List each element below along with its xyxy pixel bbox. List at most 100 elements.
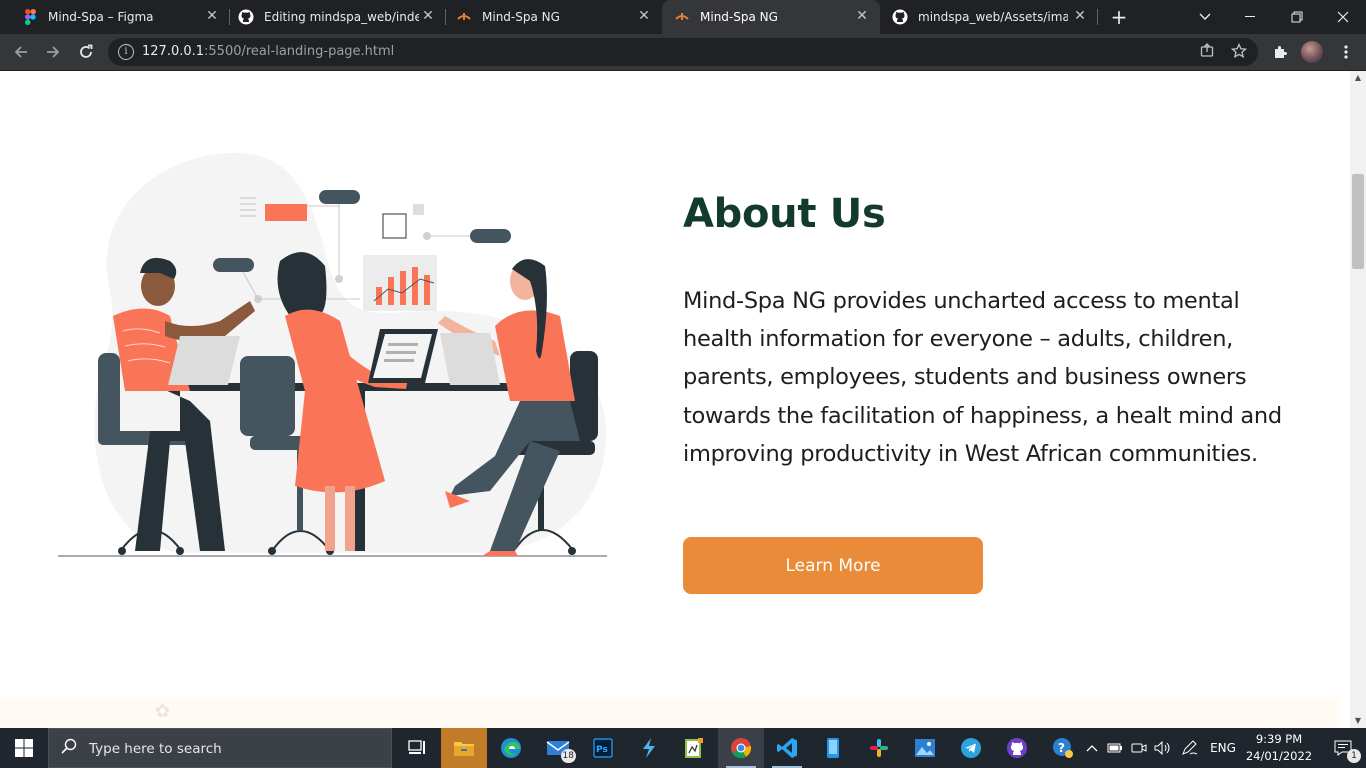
system-clock[interactable]: 9:39 PM 24/01/2022 — [1240, 731, 1318, 765]
profile-avatar[interactable] — [1301, 41, 1323, 63]
reload-icon — [80, 44, 93, 58]
address-bar[interactable]: i 127.0.0.1:5500/real-landing-page.html — [108, 38, 1258, 66]
photoshop-icon: Ps — [593, 738, 613, 758]
github-icon — [892, 9, 908, 25]
meet-now-tray-icon[interactable] — [1128, 728, 1150, 768]
about-description: Mind-Spa NG provides uncharted access to… — [683, 288, 1282, 467]
learn-more-button[interactable]: Learn More — [683, 537, 983, 594]
notification-badge: 1 — [1347, 749, 1361, 763]
close-window-button[interactable] — [1320, 0, 1366, 34]
taskbar-vscode[interactable] — [764, 728, 810, 768]
github-icon — [1007, 738, 1027, 758]
page-viewport: About Us Mind-Spa NG provides uncharted … — [0, 71, 1350, 728]
battery-tray-icon[interactable] — [1104, 728, 1126, 768]
taskbar-edge[interactable] — [488, 728, 534, 768]
vscode-icon — [777, 738, 797, 758]
tab-github-editing[interactable]: Editing mindspa_web/index.html ✕ — [226, 0, 446, 34]
url-path: :5500/real-landing-page.html — [204, 44, 395, 59]
start-button[interactable] — [0, 728, 48, 768]
arrow-left-icon — [14, 46, 27, 58]
url-host: 127.0.0.1 — [142, 44, 205, 59]
help-tray-icon[interactable]: ? — [1044, 728, 1082, 768]
taskbar-notepad-app[interactable] — [671, 728, 717, 768]
scroll-thumb[interactable] — [1352, 174, 1364, 269]
mindspa-icon — [456, 9, 472, 25]
leaf-icon: ✿ — [155, 701, 171, 722]
figma-icon — [22, 9, 38, 25]
close-icon[interactable]: ✕ — [420, 8, 436, 24]
photos-icon — [915, 739, 935, 757]
team-meeting-illustration — [58, 152, 607, 557]
next-section: ✿ — [0, 697, 1340, 728]
taskbar-search[interactable]: Type here to search — [48, 728, 392, 768]
restore-icon — [1291, 11, 1303, 23]
show-hidden-icons[interactable] — [1082, 728, 1102, 768]
tab-title: Editing mindspa_web/index.html — [264, 10, 419, 24]
github-icon — [238, 9, 254, 25]
bookmark-star-icon[interactable] — [1230, 42, 1248, 61]
tab-strip: Mind-Spa – Figma ✕ Editing mindspa_web/i… — [0, 0, 1366, 34]
about-title: About Us — [683, 191, 886, 237]
edge-icon — [501, 738, 521, 758]
tab-title: Mind-Spa NG — [700, 10, 778, 24]
battery-icon — [1107, 743, 1122, 753]
taskbar-phone-app[interactable] — [810, 728, 856, 768]
restore-button[interactable] — [1274, 0, 1320, 34]
scroll-up-icon[interactable]: ▲ — [1350, 71, 1366, 85]
svg-text:?: ? — [1058, 741, 1065, 755]
close-icon[interactable]: ✕ — [636, 8, 652, 24]
notepad-icon — [685, 738, 703, 758]
slack-icon — [870, 739, 888, 757]
close-icon[interactable]: ✕ — [1072, 8, 1088, 24]
browser-toolbar: i 127.0.0.1:5500/real-landing-page.html — [0, 34, 1366, 71]
camera-icon — [1131, 743, 1147, 753]
forward-button[interactable] — [40, 39, 66, 65]
tab-mindspa-1[interactable]: Mind-Spa NG ✕ — [444, 0, 662, 34]
taskbar-github-desktop[interactable] — [994, 728, 1040, 768]
taskbar-chrome[interactable] — [718, 728, 764, 768]
tab-github-images[interactable]: mindspa_web/Assets/images ✕ — [880, 0, 1098, 34]
help-icon: ? — [1053, 738, 1073, 758]
notification-center-button[interactable]: 1 — [1320, 728, 1366, 768]
more-menu-icon[interactable] — [1334, 40, 1358, 64]
page-scrollbar[interactable]: ▲ ▼ — [1350, 71, 1366, 728]
close-icon[interactable]: ✕ — [204, 8, 220, 24]
close-icon[interactable]: ✕ — [854, 8, 870, 24]
minimize-icon — [1245, 16, 1255, 17]
tab-title: Mind-Spa – Figma — [48, 10, 154, 24]
taskbar-photoshop[interactable]: Ps — [580, 728, 626, 768]
tab-title: mindspa_web/Assets/images — [918, 10, 1068, 24]
clock-time: 9:39 PM — [1255, 732, 1303, 746]
clock-date: 24/01/2022 — [1245, 749, 1313, 763]
task-view-button[interactable] — [394, 728, 440, 768]
tab-figma[interactable]: Mind-Spa – Figma ✕ — [10, 0, 230, 34]
taskbar-telegram[interactable] — [948, 728, 994, 768]
reload-button[interactable] — [73, 39, 99, 65]
tab-title: Mind-Spa NG — [482, 10, 560, 24]
svg-text:Ps: Ps — [596, 745, 608, 755]
minimize-button[interactable] — [1228, 0, 1274, 34]
info-icon[interactable]: i — [118, 44, 134, 60]
scroll-down-icon[interactable]: ▼ — [1350, 714, 1366, 728]
volume-tray-icon[interactable] — [1152, 728, 1174, 768]
tab-search-button[interactable] — [1182, 0, 1228, 34]
pen-tray-icon[interactable] — [1178, 728, 1202, 768]
taskbar-file-explorer[interactable] — [441, 728, 487, 768]
taskbar-photos[interactable] — [902, 728, 948, 768]
arrow-right-icon — [47, 46, 60, 58]
back-button[interactable] — [8, 39, 34, 65]
new-tab-button[interactable]: + — [1107, 6, 1131, 28]
phone-icon — [827, 738, 839, 758]
extensions-icon[interactable] — [1268, 40, 1292, 64]
mindspa-icon — [674, 9, 690, 25]
taskbar-slack[interactable] — [856, 728, 902, 768]
volume-icon — [1154, 741, 1170, 755]
search-icon — [61, 738, 77, 758]
taskbar-flutter-tool[interactable] — [626, 728, 672, 768]
input-language[interactable]: ENG — [1204, 728, 1242, 768]
pen-icon — [1182, 740, 1198, 755]
taskbar-mail[interactable]: 18 — [535, 728, 581, 768]
windows-taskbar: Type here to search 18 Ps ? ENG 9:39 PM … — [0, 728, 1366, 768]
share-icon[interactable] — [1198, 43, 1216, 61]
tab-mindspa-active[interactable]: Mind-Spa NG ✕ — [662, 0, 880, 34]
